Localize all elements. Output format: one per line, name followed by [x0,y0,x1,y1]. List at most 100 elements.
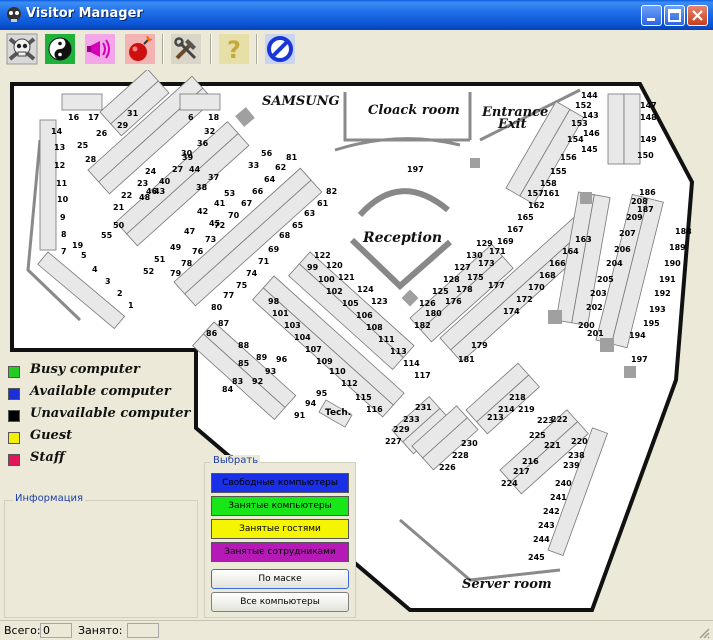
computer-label[interactable]: 19 [72,241,84,250]
computer-label[interactable]: 91 [294,411,306,420]
computer-label[interactable]: 177 [488,281,505,290]
computer-label[interactable]: 33 [248,161,259,170]
computer-label[interactable]: 227 [385,437,402,446]
computer-label[interactable]: 112 [341,379,358,388]
computer-label[interactable]: 180 [425,309,442,318]
computer-label[interactable]: 111 [378,335,395,344]
computer-label[interactable]: 49 [170,243,182,252]
computer-label[interactable]: 2 [117,289,123,298]
computer-label[interactable]: 158 [540,179,557,188]
computer-label[interactable]: 194 [629,331,646,340]
computer-label[interactable]: 117 [414,371,431,380]
computer-label[interactable]: 94 [305,399,317,408]
computer-label[interactable]: 226 [439,463,456,472]
computer-label[interactable]: 108 [366,323,383,332]
computer-label[interactable]: 105 [342,299,359,308]
computer-label[interactable]: 221 [544,441,561,450]
computer-label[interactable]: 99 [307,263,319,272]
computer-label[interactable]: 75 [236,281,248,290]
computer-label[interactable]: 163 [575,235,592,244]
computer-label[interactable]: 11 [56,179,68,188]
computer-label[interactable]: 13 [54,143,65,152]
computer-label[interactable]: 81 [286,153,298,162]
computer-label[interactable]: 83 [232,377,243,386]
computer-label[interactable]: 128 [443,275,460,284]
megaphone-icon[interactable] [84,33,116,65]
bomb-icon[interactable] [124,33,156,65]
computer-label[interactable]: 64 [264,175,276,184]
computer-label[interactable]: 157 [527,189,544,198]
computer-label[interactable]: 113 [390,347,407,356]
computer-label[interactable]: 165 [517,213,534,222]
computer-label[interactable]: 239 [563,461,580,470]
computer-label[interactable]: 156 [560,153,577,162]
computer-label[interactable]: 219 [518,405,535,414]
computer-label[interactable]: 233 [403,415,420,424]
computer-label[interactable]: 149 [640,135,657,144]
computer-label[interactable]: 47 [184,227,195,236]
computer-label[interactable]: 24 [145,167,157,176]
computer-label[interactable]: 32 [204,127,215,136]
computer-label[interactable]: 123 [371,297,388,306]
computer-label[interactable]: 61 [317,199,329,208]
computer-label[interactable]: 77 [223,291,234,300]
computer-label[interactable]: 150 [637,151,654,160]
computer-label[interactable]: 154 [567,135,584,144]
computer-label[interactable]: 197 [631,355,648,364]
computer-label[interactable]: 178 [456,285,473,294]
computer-label[interactable]: 68 [279,231,291,240]
computer-label[interactable]: 181 [458,355,475,364]
computer-label[interactable]: 186 [639,188,656,197]
computer-label[interactable]: 3 [105,277,111,286]
computer-label[interactable]: 41 [214,199,226,208]
computer-label[interactable]: 8 [61,230,67,239]
computer-label[interactable]: 161 [543,189,560,198]
help-icon[interactable]: ? [218,33,250,65]
computer-label[interactable]: 56 [261,149,273,158]
computer-label[interactable]: 245 [528,553,545,562]
computer-label[interactable]: 145 [581,145,598,154]
filter-guests-button[interactable]: Занятые гостями [211,519,349,539]
computer-label[interactable]: 72 [214,221,225,230]
computer-label[interactable]: 17 [88,113,99,122]
computer-label[interactable]: 1 [128,301,134,310]
computer-label[interactable]: 120 [326,261,343,270]
computer-label[interactable]: 31 [127,109,139,118]
computer-label[interactable]: 203 [590,289,607,298]
computer-label[interactable]: 52 [143,267,154,276]
computer-label[interactable]: 170 [528,283,545,292]
computer-label[interactable]: 166 [549,259,566,268]
computer-label[interactable]: 171 [489,247,506,256]
computer-label[interactable]: 147 [640,101,657,110]
computer-label[interactable]: 103 [284,321,301,330]
computer-label[interactable]: 115 [355,393,372,402]
computer-label[interactable]: 101 [272,309,289,318]
computer-label[interactable]: 16 [68,113,80,122]
computer-label[interactable]: 127 [454,263,471,272]
computer-label[interactable]: 209 [626,213,643,222]
computer-label[interactable]: 162 [528,201,545,210]
computer-label[interactable]: 66 [252,187,264,196]
computer-label[interactable]: 27 [172,165,183,174]
computer-label[interactable]: 205 [597,275,614,284]
all-computers-button[interactable]: Все компьютеры [211,592,349,612]
computer-label[interactable]: 71 [258,257,270,266]
computer-label[interactable]: 222 [551,415,568,424]
computer-label[interactable]: 192 [654,289,671,298]
computer-label[interactable]: 102 [326,287,343,296]
computer-label[interactable]: 85 [238,359,250,368]
skull-icon[interactable] [6,33,38,65]
computer-label[interactable]: 114 [403,359,420,368]
computer-label[interactable]: 179 [471,341,488,350]
computer-label[interactable]: 51 [154,255,166,264]
computer-label[interactable]: 197 [407,165,424,174]
computer-label[interactable]: 92 [252,377,263,386]
computer-label[interactable]: 174 [503,307,520,316]
computer-label[interactable]: 73 [205,235,216,244]
computer-label[interactable]: 109 [316,357,333,366]
computer-label[interactable]: 29 [117,121,129,130]
computer-label[interactable]: 70 [228,211,240,220]
computer-label[interactable]: 89 [256,353,268,362]
computer-label[interactable]: 216 [522,457,539,466]
computer-label[interactable]: 220 [571,437,588,446]
